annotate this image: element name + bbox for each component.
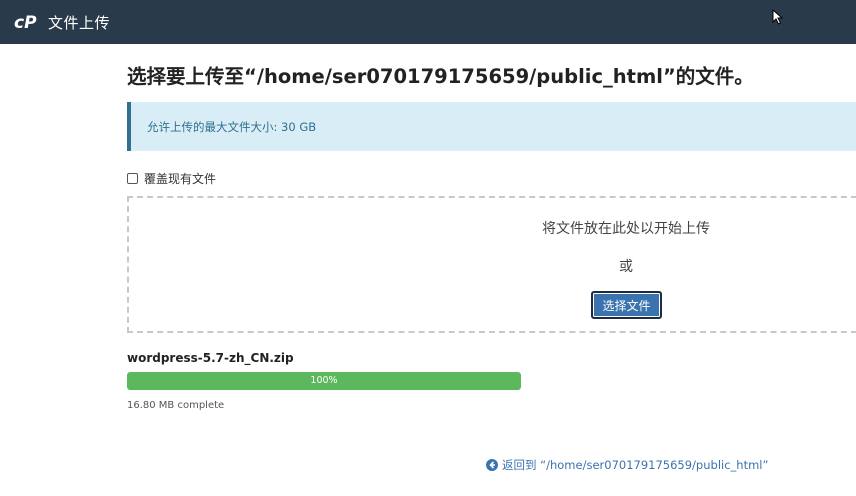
overwrite-label: 覆盖现有文件 [144,172,217,186]
max-size-info-box: 允许上传的最大文件大小: 30 GB [127,102,856,151]
mouse-cursor-icon [772,8,784,25]
upload-file-name: wordpress-5.7-zh_CN.zip [127,351,294,365]
file-drop-zone[interactable] [127,196,856,333]
upload-status: 16.80 MB complete [127,400,225,411]
overwrite-option[interactable]: 覆盖现有文件 [127,170,216,187]
arrow-left-circle-icon [486,459,498,471]
upload-progress-label: 100% [310,375,338,386]
overwrite-checkbox[interactable] [127,173,138,184]
or-text: 或 [619,259,633,275]
page-title: 选择要上传至“/home/ser070179175659/public_html… [127,65,754,88]
drop-zone-text: 将文件放在此处以开始上传 [542,221,710,237]
max-size-info-text: 允许上传的最大文件大小: 30 GB [147,119,317,134]
app-title: 文件上传 [48,13,111,32]
select-file-button[interactable]: 选择文件 [591,291,662,319]
top-bar: cP 文件上传 [0,0,856,44]
back-to-directory-link[interactable]: 返回到 “/home/ser070179175659/public_html” [486,457,768,473]
back-link-label: 返回到 “/home/ser070179175659/public_html” [502,458,769,472]
cpanel-logo-icon[interactable]: cP [14,11,42,33]
svg-text:cP: cP [14,13,37,32]
